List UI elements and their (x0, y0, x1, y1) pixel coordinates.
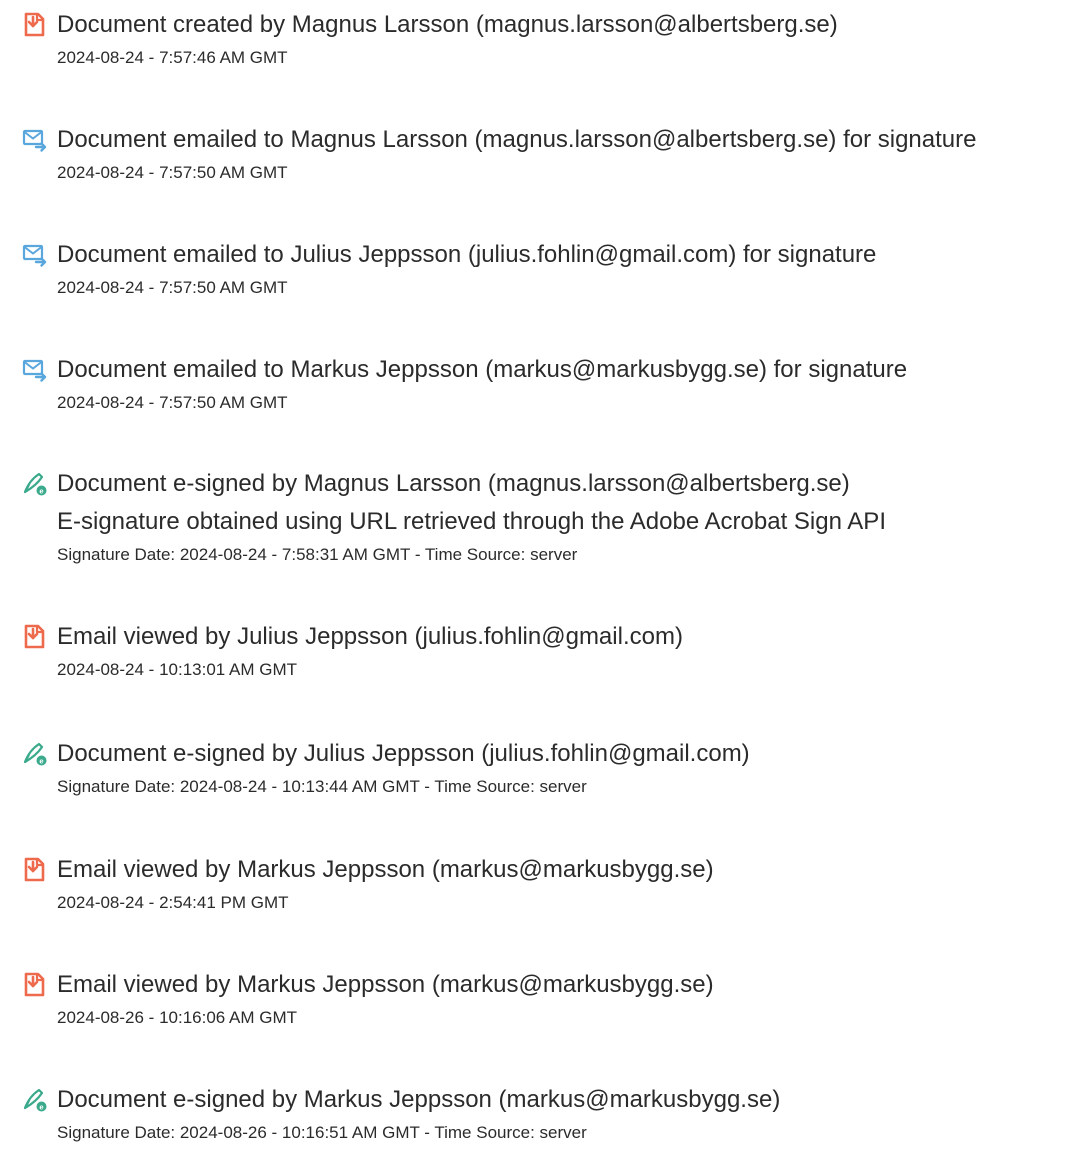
svg-text:e: e (39, 486, 43, 495)
event-title: Email viewed by Markus Jeppsson (markus@… (57, 856, 714, 883)
email-icon (22, 244, 47, 267)
svg-text:e: e (39, 1102, 43, 1111)
event-timestamp: 2024-08-24 - 10:13:01 AM GMT (57, 660, 298, 679)
event-text: Document emailed to Markus Jeppsson (mar… (57, 355, 1077, 414)
document-icon (24, 624, 45, 649)
event-text: Document created by Magnus Larsson (magn… (57, 10, 1077, 69)
event-text: Document emailed to Julius Jeppsson (jul… (57, 240, 1077, 299)
event-timestamp: Signature Date: 2024-08-24 - 7:58:31 AM … (57, 545, 578, 564)
event-timestamp: 2024-08-24 - 7:57:50 AM GMT (57, 163, 288, 182)
document-icon (24, 12, 45, 37)
event-text: Document e-signed by Magnus Larsson (mag… (57, 469, 1077, 566)
event-text: Document e-signed by Julius Jeppsson (ju… (57, 739, 1077, 798)
event-title: Email viewed by Markus Jeppsson (markus@… (57, 971, 714, 998)
event-timestamp: Signature Date: 2024-08-24 - 10:13:44 AM… (57, 777, 587, 796)
event-title: Document emailed to Julius Jeppsson (jul… (57, 241, 877, 268)
email-icon (22, 129, 47, 152)
event-timestamp: Signature Date: 2024-08-26 - 10:16:51 AM… (57, 1123, 587, 1142)
event-title: Document emailed to Markus Jeppsson (mar… (57, 356, 908, 383)
esign-icon: e (23, 472, 47, 496)
document-icon (24, 972, 45, 997)
event-timestamp: 2024-08-24 - 7:57:50 AM GMT (57, 393, 288, 412)
event-text: Document emailed to Magnus Larsson (magn… (57, 125, 1077, 184)
event-text: Email viewed by Markus Jeppsson (markus@… (57, 970, 1077, 1029)
event-detail: E-signature obtained using URL retrieved… (57, 508, 886, 535)
document-icon (24, 857, 45, 882)
event-title: Document emailed to Magnus Larsson (magn… (57, 126, 977, 153)
esign-icon: e (23, 1088, 47, 1112)
event-timestamp: 2024-08-24 - 2:54:41 PM GMT (57, 893, 289, 912)
event-timestamp: 2024-08-24 - 7:57:46 AM GMT (57, 48, 288, 67)
event-title: Document e-signed by Magnus Larsson (mag… (57, 470, 850, 497)
event-timestamp: 2024-08-26 - 10:16:06 AM GMT (57, 1008, 298, 1027)
svg-text:e: e (39, 756, 43, 765)
event-timestamp: 2024-08-24 - 7:57:50 AM GMT (57, 278, 288, 297)
event-title: Document created by Magnus Larsson (magn… (57, 11, 838, 38)
event-title: Email viewed by Julius Jeppsson (julius.… (57, 623, 683, 650)
event-text: Email viewed by Markus Jeppsson (markus@… (57, 855, 1077, 914)
event-title: Document e-signed by Julius Jeppsson (ju… (57, 740, 750, 767)
esign-icon: e (23, 742, 47, 766)
event-text: Email viewed by Julius Jeppsson (julius.… (57, 622, 1077, 681)
email-icon (22, 359, 47, 382)
event-text: Document e-signed by Markus Jeppsson (ma… (57, 1085, 1077, 1144)
event-title: Document e-signed by Markus Jeppsson (ma… (57, 1086, 781, 1113)
